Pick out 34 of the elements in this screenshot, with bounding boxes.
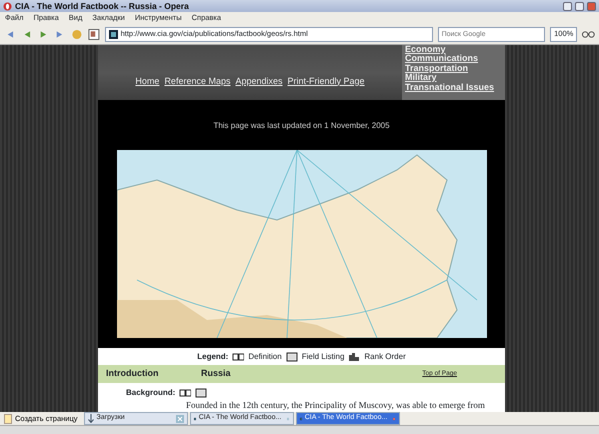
book-icon[interactable] [179, 388, 192, 398]
side-link[interactable]: Communications [405, 54, 505, 64]
download-icon [88, 414, 94, 423]
minimize-button[interactable] [563, 2, 572, 10]
glasses-icon[interactable] [582, 30, 595, 38]
document-icon[interactable] [195, 388, 208, 398]
legend-label: Definition [248, 351, 282, 363]
legend-label: Field Listing [302, 351, 344, 363]
field-label: Background: [126, 386, 176, 398]
site-icon [108, 30, 118, 38]
nav-link[interactable]: Reference Maps [164, 74, 230, 88]
nav-link[interactable]: Print-Friendly Page [288, 74, 365, 88]
paragraph: Founded in the 12th century, the Principality of Muscovy, was able to emerge from [185, 398, 486, 412]
side-link[interactable]: Transnational Issues [405, 82, 505, 92]
country-name: Russia [201, 367, 232, 380]
side-link[interactable]: Military [405, 73, 505, 82]
legend-label: Rank Order [364, 351, 406, 363]
update-notice: This page was last updated on 1 November, 2005 [213, 120, 390, 132]
window-title: CIA - The World Factbook -- Russia - Opera [15, 0, 190, 12]
maximize-button[interactable] [575, 2, 584, 10]
side-link[interactable]: Economy [405, 44, 505, 54]
legend-title: Legend: [197, 351, 228, 363]
close-icon[interactable] [176, 414, 184, 422]
section-title: Introduction [106, 367, 160, 380]
opera-logo-icon [3, 2, 12, 10]
book-icon [232, 352, 244, 362]
nav-link[interactable]: Appendixes [235, 74, 283, 88]
page-icon[interactable] [88, 28, 100, 40]
page-icon [4, 414, 12, 424]
close-button[interactable] [587, 2, 596, 10]
side-link[interactable]: Transportation [405, 64, 505, 73]
bar-chart-icon [348, 352, 360, 362]
document-icon [286, 352, 298, 362]
nav-link[interactable]: Home [135, 74, 160, 88]
